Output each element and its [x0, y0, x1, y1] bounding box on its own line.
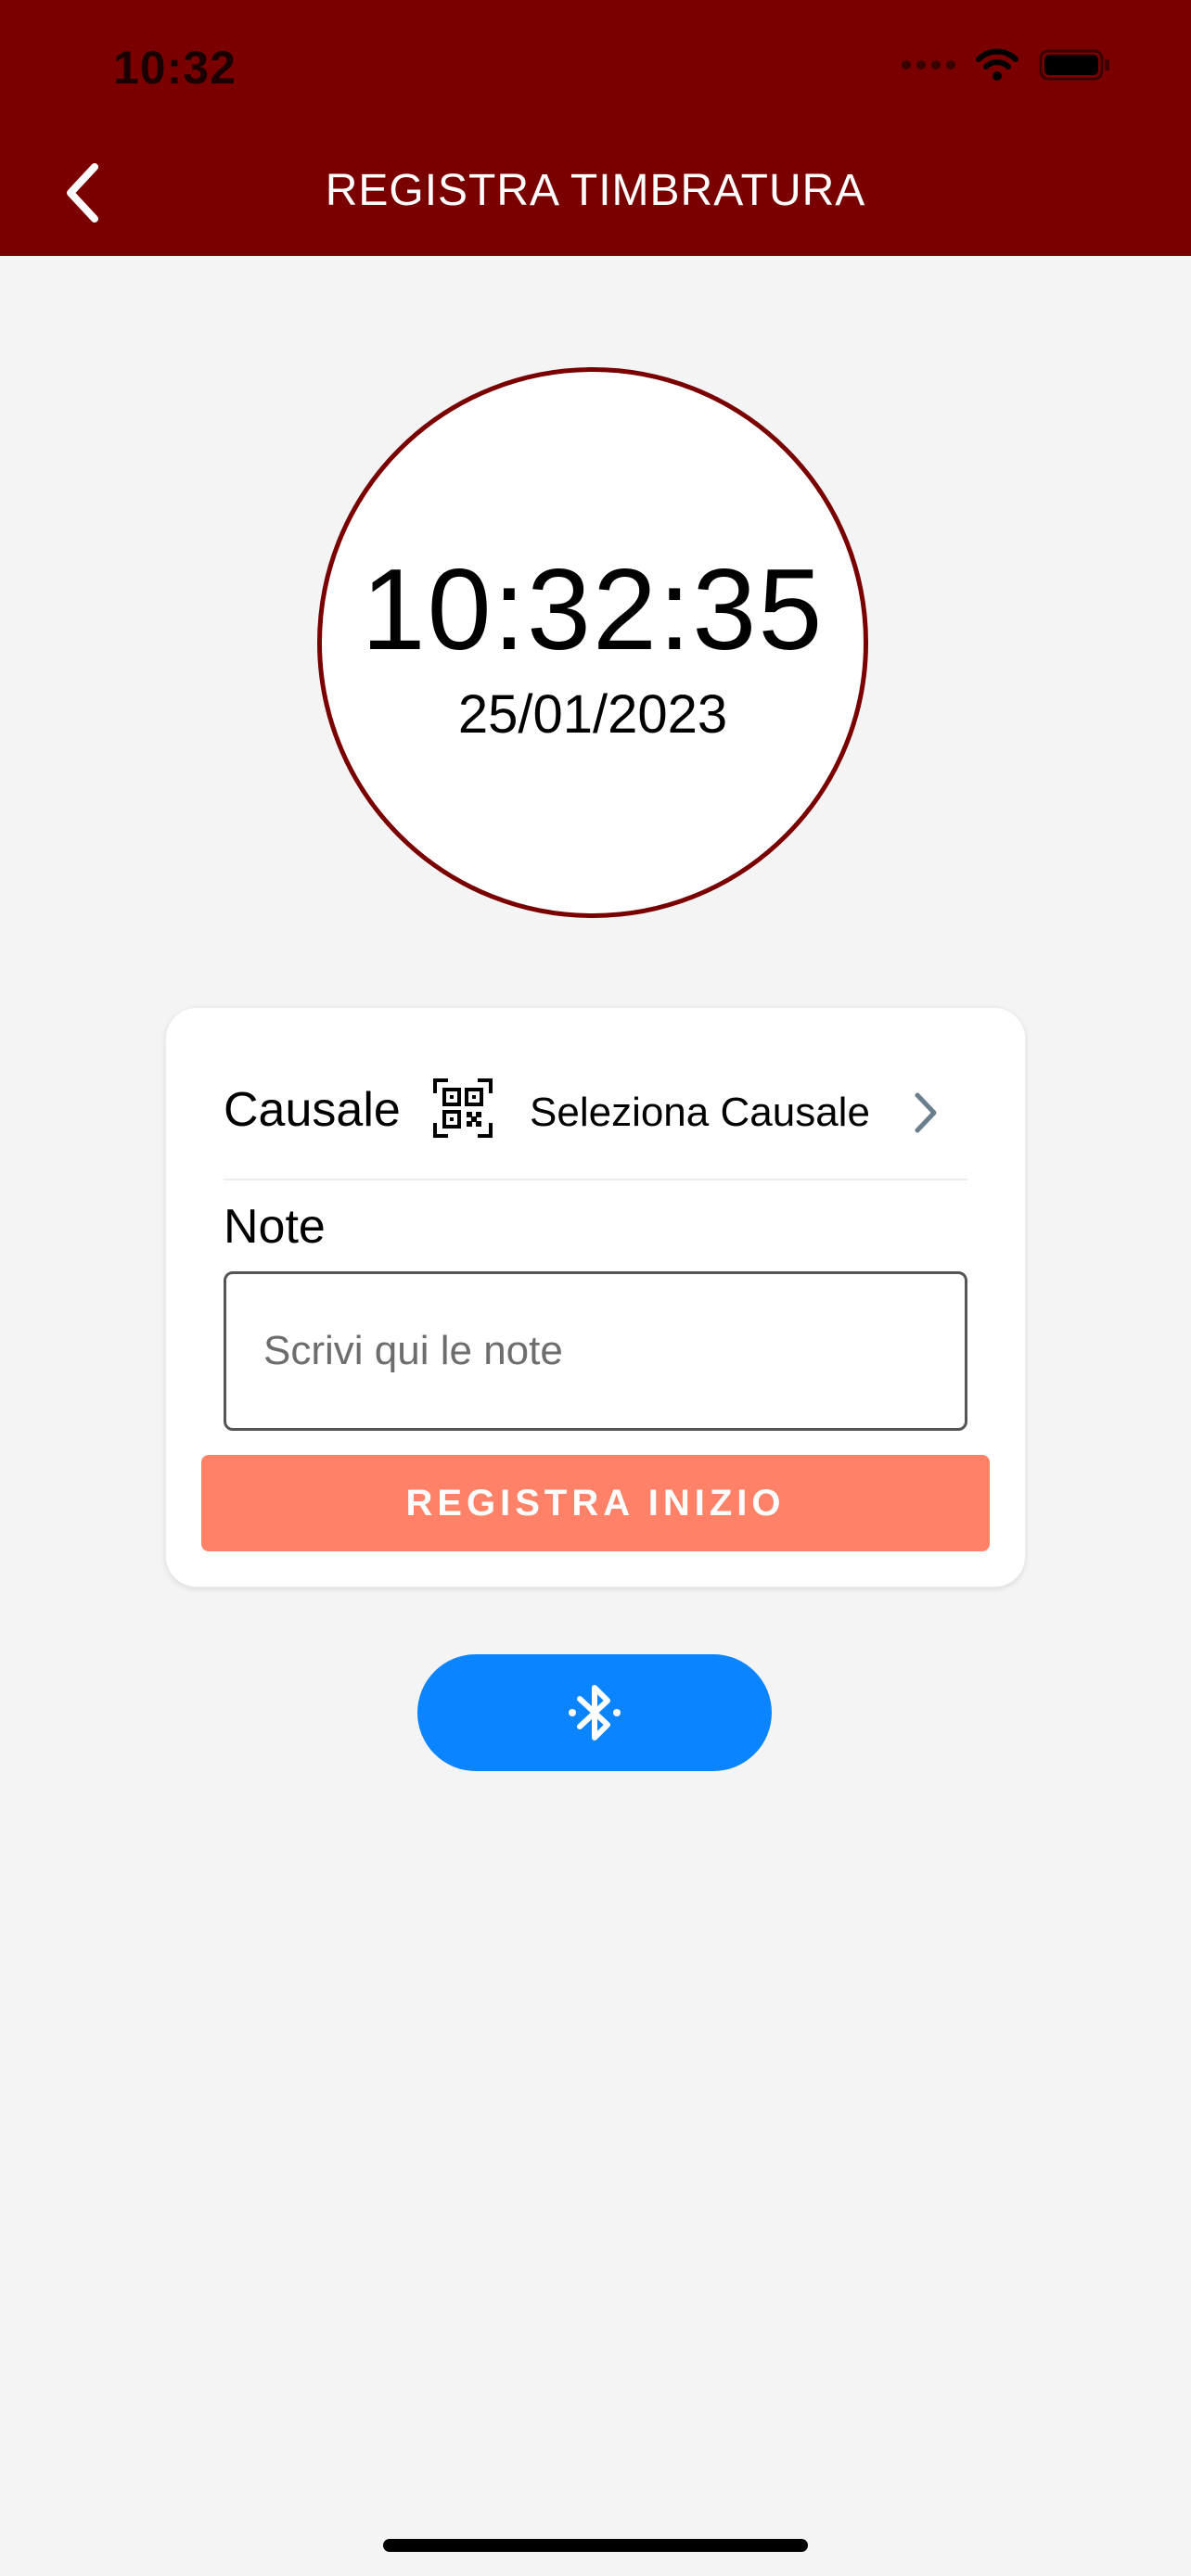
status-bar-icons	[902, 48, 1111, 82]
registra-inizio-button[interactable]: REGISTRA INIZIO	[201, 1455, 990, 1551]
current-time: 10:32:35	[361, 546, 825, 674]
causale-value: Seleziona Causale	[530, 1090, 870, 1135]
bluetooth-icon	[569, 1685, 621, 1741]
bluetooth-button[interactable]	[417, 1654, 772, 1771]
causale-selector[interactable]: Causale Seleziona Causale	[166, 1008, 1027, 1179]
battery-icon	[1039, 48, 1111, 82]
app-header: 10:32 REGISTRA TIMBRATURA	[0, 0, 1191, 256]
qr-code-icon[interactable]	[433, 1078, 493, 1142]
page-title: REGISTRA TIMBRATURA	[325, 166, 866, 215]
causale-label: Causale	[224, 1083, 401, 1137]
cellular-signal-icon	[902, 60, 955, 70]
status-bar-time: 10:32	[113, 42, 237, 94]
chevron-right-icon	[912, 1090, 940, 1141]
wifi-icon	[976, 48, 1018, 82]
clock-display: 10:32:35 25/01/2023	[317, 367, 868, 918]
note-input[interactable]	[224, 1271, 967, 1431]
home-indicator	[383, 2539, 808, 2552]
current-date: 25/01/2023	[457, 684, 728, 745]
divider	[224, 1179, 967, 1180]
note-label: Note	[224, 1200, 326, 1254]
timbratura-form-card: Causale Seleziona Causale Note Scrivi qu…	[165, 1007, 1026, 1588]
